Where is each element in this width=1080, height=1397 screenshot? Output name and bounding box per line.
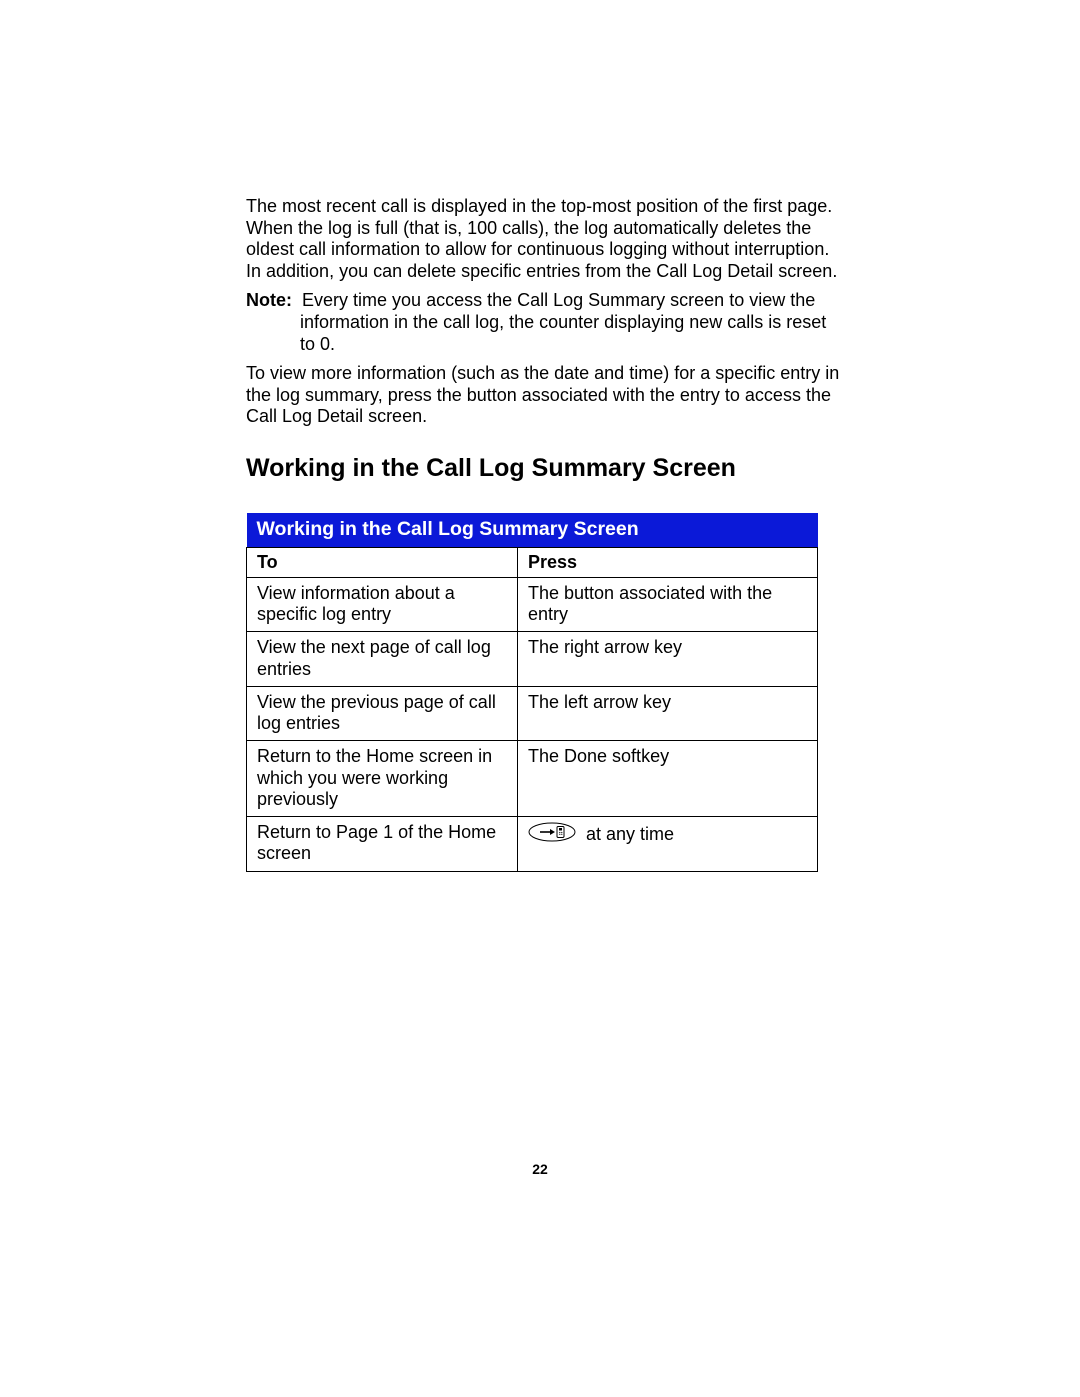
intro-paragraph-2: To view more information (such as the da… [246,363,841,428]
cell-press: The button associated with the entry [518,577,818,631]
table-header-press: Press [518,547,818,577]
phone-exit-icon [528,822,576,847]
section-heading: Working in the Call Log Summary Screen [246,454,841,483]
table-row: Return to Page 1 of the Home screen [247,817,818,871]
cell-press: The Done softkey [518,741,818,817]
note-block: Note: Every time you access the Call Log… [246,290,841,355]
table-row: View information about a specific log en… [247,577,818,631]
cell-to: View the next page of call log entries [247,632,518,686]
cell-press: The left arrow key [518,686,818,740]
table-row: Return to the Home screen in which you w… [247,741,818,817]
cell-press-text: at any time [586,824,674,845]
cell-press: The right arrow key [518,632,818,686]
cell-to: Return to the Home screen in which you w… [247,741,518,817]
note-label: Note: [246,290,292,310]
cell-to: View the previous page of call log entri… [247,686,518,740]
cell-press: at any time [518,817,818,871]
summary-table: Working in the Call Log Summary Screen T… [246,513,818,872]
note-text-2: information in the call log, the counter… [246,312,841,355]
table-row: View the previous page of call log entri… [247,686,818,740]
intro-paragraph-1: The most recent call is displayed in the… [246,196,841,282]
table-header-to: To [247,547,518,577]
page-content: The most recent call is displayed in the… [246,196,841,872]
table-row: View the next page of call log entries T… [247,632,818,686]
cell-to: Return to Page 1 of the Home screen [247,817,518,871]
page-number: 22 [0,1161,1080,1177]
note-text-1: Every time you access the Call Log Summa… [302,290,815,310]
table-title-bar: Working in the Call Log Summary Screen [247,513,818,548]
cell-to: View information about a specific log en… [247,577,518,631]
